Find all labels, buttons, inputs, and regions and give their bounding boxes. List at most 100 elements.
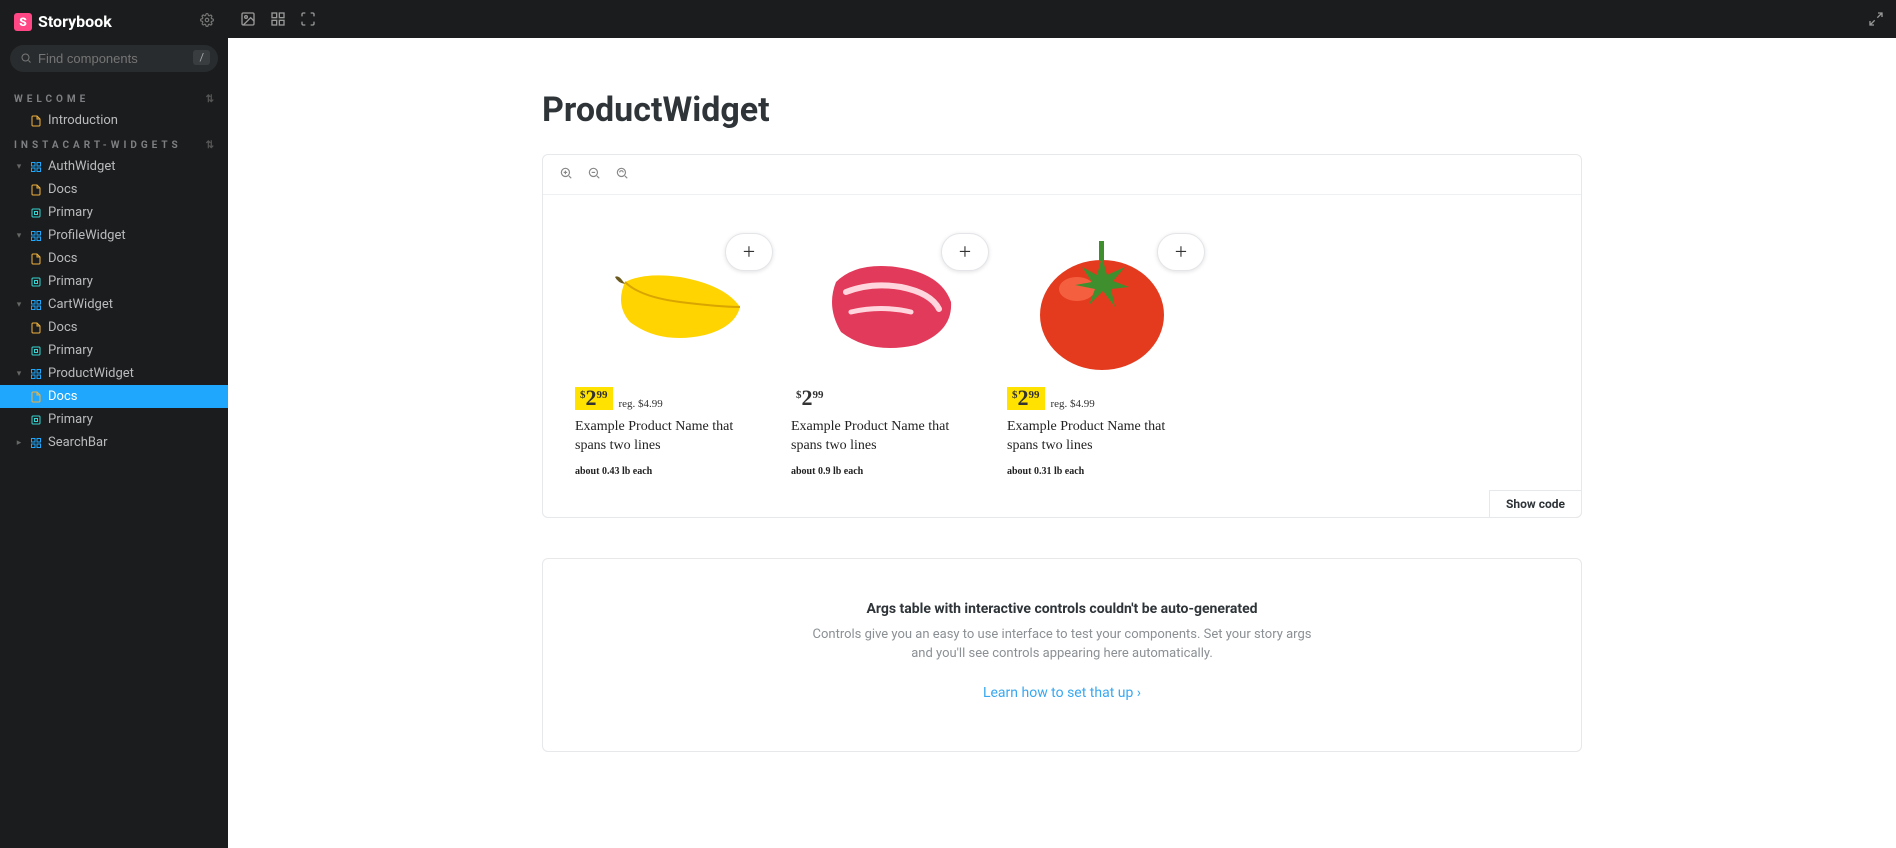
price: $299 xyxy=(791,387,829,410)
main: ProductWidget +$299reg. $4.99Example Pro… xyxy=(228,38,1896,848)
sidebar-item[interactable]: ▸ SearchBar xyxy=(0,431,228,454)
price: $299 xyxy=(575,387,613,410)
add-button[interactable]: + xyxy=(941,233,989,271)
updown-icon: ⇅ xyxy=(206,140,214,151)
price-whole: 2 xyxy=(1018,387,1029,409)
story-icon xyxy=(30,345,42,357)
page-title: ProductWidget xyxy=(542,90,1582,130)
price-row: $299reg. $4.99 xyxy=(1007,387,1197,410)
component-icon xyxy=(30,161,42,173)
sidebar-group-label: INSTACART-WIDGETS xyxy=(14,140,182,151)
product-name: Example Product Name that spans two line… xyxy=(1007,418,1197,456)
story-icon xyxy=(30,414,42,426)
sidebar-item-label: Primary xyxy=(48,343,93,358)
sidebar-item-label: ProductWidget xyxy=(48,366,134,381)
doc-icon xyxy=(30,322,42,334)
fullscreen-icon[interactable] xyxy=(300,11,316,27)
sidebar-item-label: Primary xyxy=(48,412,93,427)
sidebar-item[interactable]: Primary xyxy=(0,270,228,293)
sidebar-group-title[interactable]: WELCOME ⇅ xyxy=(0,86,228,109)
args-title: Args table with interactive controls cou… xyxy=(583,601,1541,617)
storybook-badge-icon: S xyxy=(14,13,32,31)
sidebar-item-label: AuthWidget xyxy=(48,159,115,174)
sidebar-item[interactable]: ▾ProfileWidget xyxy=(0,224,228,247)
price-whole: 2 xyxy=(802,387,813,409)
search-icon xyxy=(20,52,32,68)
args-panel: Args table with interactive controls cou… xyxy=(542,558,1582,752)
price-row: $299 xyxy=(791,387,981,410)
sidebar-group-title[interactable]: INSTACART-WIDGETS ⇅ xyxy=(0,132,228,155)
sidebar-item-label: Introduction xyxy=(48,113,118,128)
sidebar-item-label: Docs xyxy=(48,182,77,197)
caret-icon: ▾ xyxy=(14,300,24,310)
canvas-icon[interactable] xyxy=(240,11,256,27)
expand-icon[interactable] xyxy=(1868,11,1884,27)
app-name: Storybook xyxy=(38,12,112,31)
zoom-reset-icon[interactable] xyxy=(615,165,629,184)
search-shortcut: / xyxy=(193,50,210,65)
gear-icon[interactable] xyxy=(200,13,214,31)
args-body: Controls give you an easy to use interfa… xyxy=(802,625,1322,664)
price-regular: reg. $4.99 xyxy=(619,398,663,410)
sidebar-item-label: Docs xyxy=(48,389,77,404)
sidebar-item[interactable]: Primary xyxy=(0,339,228,362)
doc-icon xyxy=(30,391,42,403)
sidebar-item[interactable]: ▾ CartWidget xyxy=(0,293,228,316)
product-name: Example Product Name that spans two line… xyxy=(575,418,765,456)
sidebar: S Storybook / WELCOME ⇅ Introduction INSTAC… xyxy=(0,0,228,848)
plus-icon: + xyxy=(743,239,755,265)
sidebar-item[interactable]: Docs xyxy=(0,385,228,408)
sidebar-item-label: Docs xyxy=(48,320,77,335)
price-currency: $ xyxy=(1012,389,1018,401)
price-whole: 2 xyxy=(586,387,597,409)
add-button[interactable]: + xyxy=(725,233,773,271)
storybook-logo[interactable]: S Storybook xyxy=(14,12,112,31)
search-input[interactable] xyxy=(10,45,218,72)
preview-body: +$299reg. $4.99Example Product Name that… xyxy=(543,195,1581,517)
caret-icon: ▸ xyxy=(14,438,24,448)
updown-icon: ⇅ xyxy=(206,94,214,105)
doc-icon xyxy=(30,115,42,127)
preview-toolbar xyxy=(543,155,1581,195)
story-icon xyxy=(30,276,42,288)
component-icon xyxy=(30,230,42,242)
sidebar-item-label: SearchBar xyxy=(48,435,108,450)
zoom-in-icon[interactable] xyxy=(559,165,573,184)
sidebar-search: / xyxy=(10,45,218,72)
content: ProductWidget +$299reg. $4.99Example Pro… xyxy=(542,90,1582,752)
caret-icon: ▾ xyxy=(14,231,24,241)
sidebar-header: S Storybook xyxy=(0,0,228,39)
show-code-button[interactable]: Show code xyxy=(1489,490,1582,518)
add-button[interactable]: + xyxy=(1157,233,1205,271)
sidebar-item[interactable]: Docs xyxy=(0,316,228,339)
product-name: Example Product Name that spans two line… xyxy=(791,418,981,456)
grid-icon[interactable] xyxy=(270,11,286,27)
sidebar-item[interactable]: Docs xyxy=(0,178,228,201)
sidebar-item[interactable]: Primary xyxy=(0,408,228,431)
preview-card: +$299reg. $4.99Example Product Name that… xyxy=(542,154,1582,518)
price-cents: 99 xyxy=(597,389,608,401)
sidebar-item[interactable]: ▾ AuthWidget xyxy=(0,155,228,178)
product-weight: about 0.9 lb each xyxy=(791,466,981,477)
zoom-out-icon[interactable] xyxy=(587,165,601,184)
component-icon xyxy=(30,299,42,311)
sidebar-item-label: Primary xyxy=(48,274,93,289)
sidebar-item-label: CartWidget xyxy=(48,297,113,312)
sidebar-item[interactable]: Introduction xyxy=(0,109,228,132)
sidebar-group-label: WELCOME xyxy=(14,94,89,105)
args-learn-link[interactable]: Learn how to set that up xyxy=(983,685,1141,701)
sidebar-item[interactable]: Primary xyxy=(0,201,228,224)
sidebar-item[interactable]: ▾ ProductWidget xyxy=(0,362,228,385)
doc-icon xyxy=(30,253,42,265)
plus-icon: + xyxy=(959,239,971,265)
sidebar-item[interactable]: Docs xyxy=(0,247,228,270)
caret-icon: ▾ xyxy=(14,369,24,379)
component-icon xyxy=(30,368,42,380)
product-weight: about 0.43 lb each xyxy=(575,466,765,477)
story-icon xyxy=(30,207,42,219)
product-card: + $299reg. $4.99 Example Product Name that… xyxy=(1007,227,1197,477)
caret-icon: ▾ xyxy=(14,162,24,172)
price-cents: 99 xyxy=(813,389,824,401)
price-cents: 99 xyxy=(1029,389,1040,401)
plus-icon: + xyxy=(1175,239,1187,265)
